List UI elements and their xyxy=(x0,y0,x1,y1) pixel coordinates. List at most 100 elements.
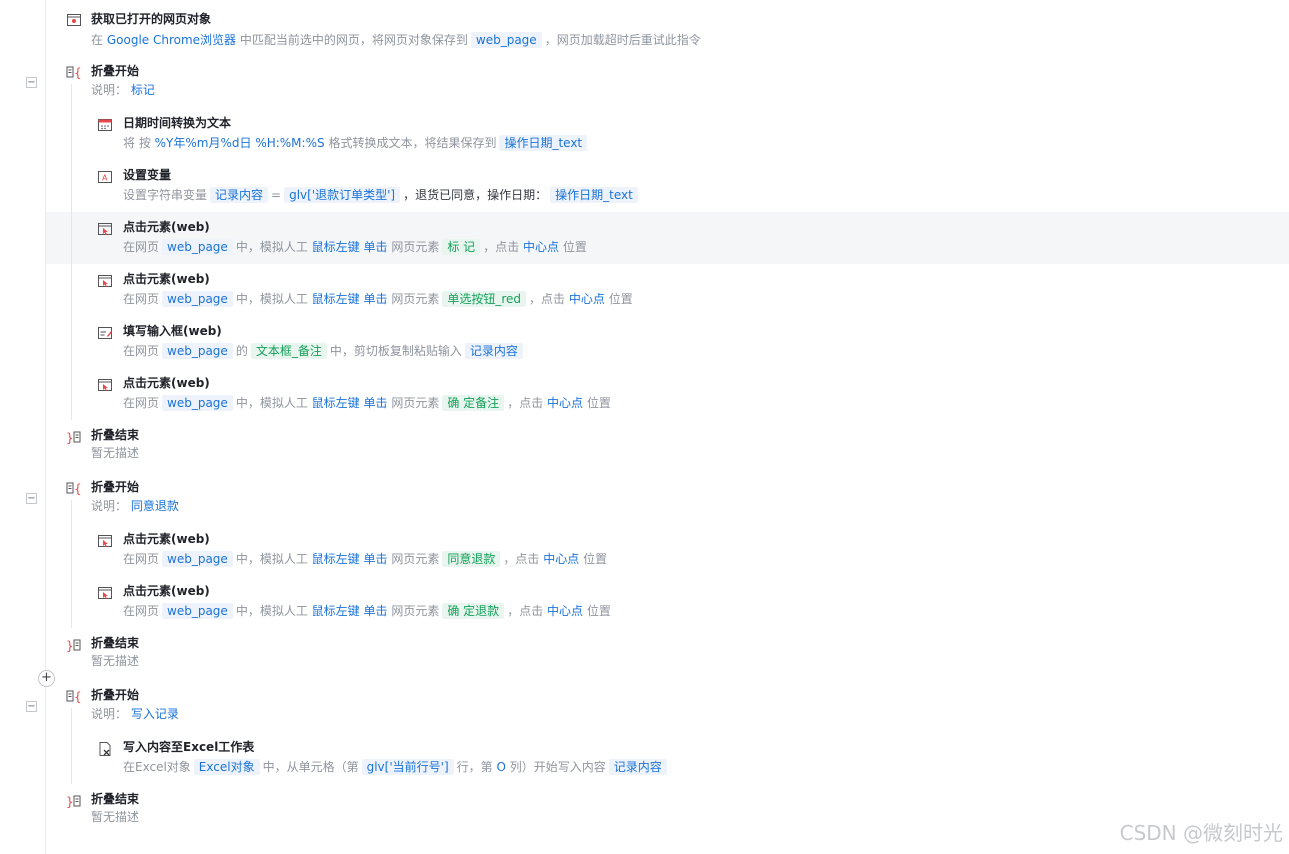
click-type[interactable]: 单击 xyxy=(364,396,388,410)
step-desc: 说明： 同意退款 xyxy=(91,499,179,513)
click-position[interactable]: 中心点 xyxy=(569,292,605,306)
step-desc: 将 按 %Y年%m月%d日 %H:%M:%S 格式转换成文本，将结果保存到 操作日… xyxy=(123,134,590,152)
step-title: 折叠开始 xyxy=(91,688,140,702)
var-chip[interactable]: web_page xyxy=(162,603,233,619)
step-desc: 暂无描述 xyxy=(91,810,140,824)
var-chip[interactable]: 记录内容 xyxy=(210,187,269,203)
fold-label[interactable]: 同意退款 xyxy=(131,499,179,513)
step-desc: 在网页 web_page 中，模拟人工 鼠标左键 单击 网页元素 同意退款 ，点击 中心… xyxy=(123,551,608,567)
mouse-button[interactable]: 鼠标左键 xyxy=(312,240,360,254)
collapse-button[interactable]: − xyxy=(26,493,37,504)
element-chip[interactable]: 文本框_备注 xyxy=(250,343,327,359)
fold-guide-line xyxy=(71,708,72,784)
element-chip[interactable]: 确 定退款 xyxy=(442,603,505,619)
step-title: 折叠结束 xyxy=(91,636,140,650)
step-desc: 在网页 web_page 中，模拟人工 鼠标左键 单击 网页元素 单选按钮_red ，点… xyxy=(123,291,633,307)
step-desc: 说明： 标记 xyxy=(91,83,155,97)
fold-start-icon: { xyxy=(66,690,82,704)
excel-icon xyxy=(99,742,111,756)
step-title: 点击元素(web) xyxy=(123,272,210,286)
click-position[interactable]: 中心点 xyxy=(547,396,583,410)
fold-label[interactable]: 写入记录 xyxy=(131,707,179,721)
click-position[interactable]: 中心点 xyxy=(547,604,583,618)
click-type[interactable]: 单击 xyxy=(364,604,388,618)
collapse-button[interactable]: − xyxy=(26,77,37,88)
step-title: 点击元素(web) xyxy=(123,376,210,390)
var-chip[interactable]: Excel对象 xyxy=(193,759,260,775)
var-chip[interactable]: 记录内容 xyxy=(608,759,667,775)
var-chip[interactable]: web_page xyxy=(162,551,233,567)
column-value[interactable]: O xyxy=(496,760,505,774)
svg-text:A: A xyxy=(102,174,108,183)
expr-chip[interactable]: glv['当前行号'] xyxy=(361,759,454,775)
fold-label[interactable]: 标记 xyxy=(131,83,155,97)
step-title: 获取已打开的网页对象 xyxy=(91,12,212,26)
click-position[interactable]: 中心点 xyxy=(523,240,559,254)
click-position[interactable]: 中心点 xyxy=(543,552,579,566)
browser-window-icon xyxy=(67,14,81,26)
format-string[interactable]: %Y年%m月%d日 %H:%M:%S xyxy=(155,136,325,150)
element-chip[interactable]: 确 定备注 xyxy=(442,395,505,411)
fold-end-icon: } xyxy=(66,639,81,653)
var-chip[interactable]: 操作日期_text xyxy=(550,187,638,203)
click-type[interactable]: 单击 xyxy=(364,552,388,566)
click-type[interactable]: 单击 xyxy=(364,292,388,306)
step-title: 写入内容至Excel工作表 xyxy=(123,740,255,754)
step-desc: 暂无描述 xyxy=(91,446,140,460)
svg-text:{: { xyxy=(74,690,82,704)
element-chip[interactable]: 单选按钮_red xyxy=(442,291,527,307)
click-element-icon xyxy=(98,275,112,287)
click-element-icon xyxy=(98,379,112,391)
fold-guide-line xyxy=(71,500,72,628)
step-desc: 在网页 web_page 中，模拟人工 鼠标左键 单击 网页元素确 定退款 ，点击 中… xyxy=(123,603,611,619)
fold-end-icon: } xyxy=(66,431,81,445)
fold-start-icon: { xyxy=(66,482,82,496)
var-chip[interactable]: web_page xyxy=(162,343,233,359)
step-desc: 设置字符串变量 记录内容 = glv['退款订单类型'] ，退货已同意，操作日期： 操作日… xyxy=(123,186,641,204)
fold-guide-line xyxy=(71,84,72,420)
element-chip[interactable]: 同意退款 xyxy=(442,551,501,567)
click-element-icon xyxy=(98,223,112,235)
var-chip[interactable]: web_page xyxy=(162,239,233,255)
step-desc: 在网页 web_page 中，模拟人工 鼠标左键 单击 网页元素确 定备注 ，点击 中… xyxy=(123,395,611,411)
collapse-button[interactable]: − xyxy=(26,701,37,712)
calendar-icon xyxy=(98,119,112,131)
click-element-icon xyxy=(98,535,112,547)
element-chip[interactable]: 标 记 xyxy=(442,239,481,255)
var-chip[interactable]: web_page xyxy=(162,395,233,411)
step-title: 折叠开始 xyxy=(91,480,140,494)
step-title: 折叠结束 xyxy=(91,792,140,806)
step-title: 点击元素(web) xyxy=(123,584,210,598)
add-step-button[interactable]: + xyxy=(38,670,55,687)
var-chip[interactable]: web_page xyxy=(470,32,542,48)
step-title: 点击元素(web) xyxy=(123,220,210,234)
gutter-line xyxy=(45,0,46,854)
step-title: 设置变量 xyxy=(123,168,172,182)
step-desc: 在网页 web_page 的文本框_备注 中，剪切板复制粘贴输入 记录内容 xyxy=(123,342,526,360)
mouse-button[interactable]: 鼠标左键 xyxy=(312,552,360,566)
watermark: CSDN @微刻时光 xyxy=(1119,821,1283,845)
step-title: 点击元素(web) xyxy=(123,532,210,546)
fill-input-icon xyxy=(98,327,112,339)
step-desc: 说明： 写入记录 xyxy=(91,707,179,721)
svg-text:{: { xyxy=(74,482,82,496)
mouse-button[interactable]: 鼠标左键 xyxy=(312,396,360,410)
expr-chip[interactable]: glv['退款订单类型'] xyxy=(284,187,401,203)
click-type[interactable]: 单击 xyxy=(364,240,388,254)
var-chip[interactable]: web_page xyxy=(162,291,233,307)
click-element-icon xyxy=(98,587,112,599)
mouse-button[interactable]: 鼠标左键 xyxy=(312,292,360,306)
svg-text:}: } xyxy=(66,431,74,445)
step-title: 折叠结束 xyxy=(91,428,140,442)
mouse-button[interactable]: 鼠标左键 xyxy=(312,604,360,618)
step-title: 日期时间转换为文本 xyxy=(123,116,232,130)
var-chip[interactable]: 操作日期_text xyxy=(499,135,588,151)
step-desc: 暂无描述 xyxy=(91,654,140,668)
fold-start-icon: { xyxy=(66,66,82,80)
step-title: 折叠开始 xyxy=(91,64,140,78)
svg-text:}: } xyxy=(66,639,74,653)
var-chip[interactable]: 记录内容 xyxy=(464,343,523,359)
step-desc: 在 Google Chrome浏览器 中匹配当前选中的网页，将网页对象保存到 we… xyxy=(91,32,701,48)
fold-end-icon: } xyxy=(66,795,81,809)
browser-name[interactable]: Google Chrome浏览器 xyxy=(107,33,236,47)
